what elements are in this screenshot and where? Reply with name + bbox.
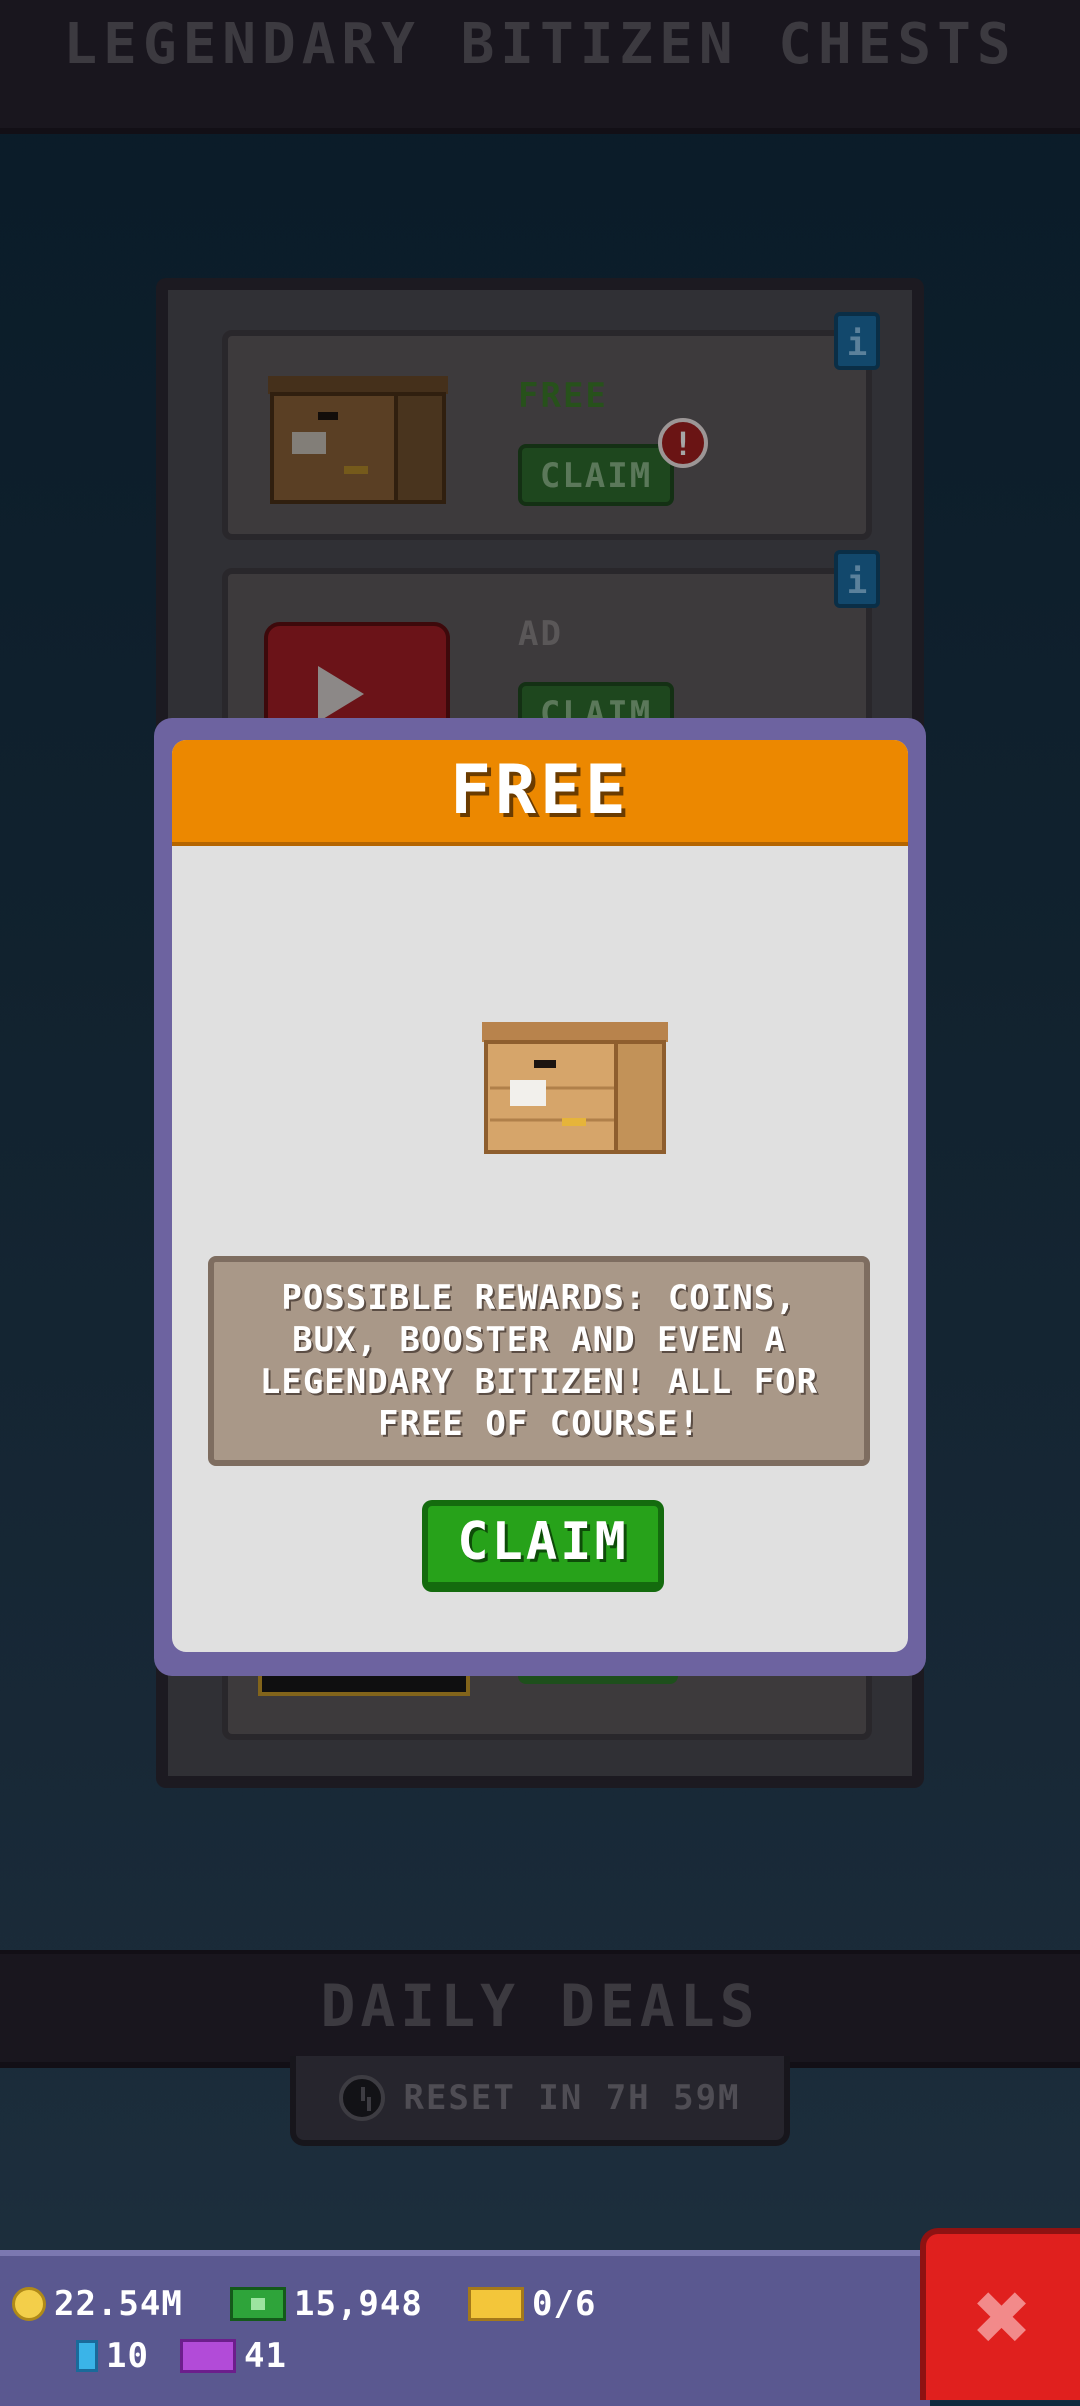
golden-ticket-icon [468, 2287, 524, 2321]
gem-icon [76, 2340, 98, 2372]
modal-body: FREE POSSIBLE REWARDS: COINS, BUX, BOOST… [172, 740, 908, 1652]
coins-counter: 22.54M [12, 2284, 183, 2324]
close-icon: ✖ [974, 2261, 1032, 2373]
modal-title: FREE [450, 751, 630, 830]
golden-tickets-value: 0/6 [532, 2284, 597, 2324]
chest-modal: FREE POSSIBLE REWARDS: COINS, BUX, BOOST… [154, 718, 926, 1676]
bux-value: 15,948 [294, 2284, 423, 2324]
gems-value: 10 [106, 2336, 149, 2376]
golden-tickets-counter: 0/6 [468, 2284, 596, 2324]
rewards-description-box: POSSIBLE REWARDS: COINS, BUX, BOOSTER AN… [208, 1256, 870, 1466]
modal-header: FREE [172, 740, 908, 846]
bux-icon [230, 2287, 286, 2321]
coin-icon [12, 2287, 46, 2321]
bux-counter: 15,948 [230, 2284, 423, 2324]
vip-ticket-icon [180, 2339, 236, 2373]
close-button[interactable]: ✖ [920, 2228, 1080, 2400]
resource-bar: 22.54M 15,948 0/6 10 41 [0, 2250, 930, 2406]
vip-tickets-counter: 41 [180, 2336, 287, 2376]
vip-tickets-value: 41 [244, 2336, 287, 2376]
gems-counter: 10 [76, 2336, 149, 2376]
coins-value: 22.54M [54, 2284, 183, 2324]
claim-button[interactable]: CLAIM [422, 1500, 664, 1592]
wooden-crate-icon [482, 1022, 668, 1154]
rewards-description: POSSIBLE REWARDS: COINS, BUX, BOOSTER AN… [259, 1278, 819, 1444]
